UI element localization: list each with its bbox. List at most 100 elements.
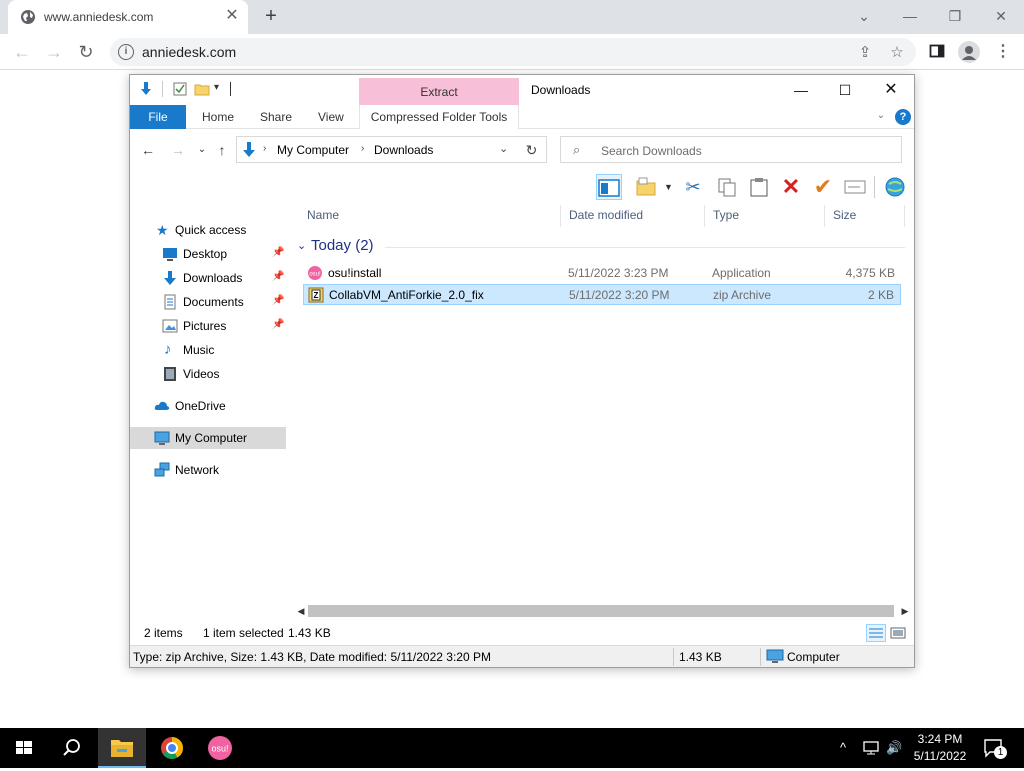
selection-size: 1.43 KB xyxy=(288,626,331,640)
taskbar-osu[interactable]: osu! xyxy=(196,728,244,768)
nav-label: Downloads xyxy=(183,271,243,285)
tab-compressed-folder-tools[interactable]: Compressed Folder Tools xyxy=(359,105,519,129)
back-button[interactable]: ← xyxy=(10,40,34,64)
site-info-icon[interactable]: i xyxy=(118,44,134,60)
nav-item-desktop[interactable]: Desktop 📌 xyxy=(130,243,286,265)
nav-item-network[interactable]: Network xyxy=(130,459,286,481)
file-row[interactable]: osu! osu!install 5/11/2022 3:23 PM Appli… xyxy=(303,263,901,284)
close-browser-button[interactable]: ✕ xyxy=(989,4,1013,28)
check-icon[interactable]: ✔ xyxy=(810,174,836,200)
pin-icon[interactable]: 📌 xyxy=(272,295,284,306)
minimize-button[interactable]: — xyxy=(778,75,824,105)
tab-file[interactable]: File xyxy=(130,105,186,129)
search-box[interactable]: ⌕ Search Downloads xyxy=(560,136,902,163)
address-dropdown-icon[interactable]: ⌄ xyxy=(499,142,508,155)
tab-home[interactable]: Home xyxy=(190,105,246,129)
forward-arrow-icon[interactable]: → xyxy=(168,140,188,160)
cut-icon[interactable]: ✂ xyxy=(680,174,706,200)
close-button[interactable]: ✕ xyxy=(868,75,914,105)
restore-browser-button[interactable]: ❐ xyxy=(943,4,967,28)
up-arrow-icon[interactable]: ↑ xyxy=(212,140,232,160)
nav-item-music[interactable]: ♪ Music xyxy=(130,339,286,361)
tab-search-icon[interactable]: ⌄ xyxy=(852,4,876,28)
new-item-icon[interactable] xyxy=(634,174,660,200)
nav-item-pictures[interactable]: Pictures 📌 xyxy=(130,315,286,337)
network-status-icon[interactable] xyxy=(862,740,880,756)
chevron-down-icon: ⌄ xyxy=(297,240,307,252)
address-breadcrumb[interactable]: › My Computer › Downloads ⌄ xyxy=(236,136,547,163)
system-clock[interactable]: 3:24 PM 5/11/2022 xyxy=(908,731,972,765)
large-icons-view-icon[interactable] xyxy=(888,624,908,642)
maximize-button[interactable]: ☐ xyxy=(822,75,868,105)
new-item-dropdown-icon[interactable]: ▼ xyxy=(664,182,673,192)
horizontal-scrollbar[interactable]: ◀ ▶ xyxy=(294,603,914,619)
globe-icon[interactable] xyxy=(882,174,908,200)
pin-icon[interactable]: 📌 xyxy=(272,319,284,330)
breadcrumb-my-computer[interactable]: My Computer xyxy=(277,143,349,157)
column-header-size[interactable]: Size xyxy=(825,205,905,227)
chevron-down-icon[interactable]: ⌄ xyxy=(875,110,887,122)
pin-icon[interactable]: 📌 xyxy=(272,271,284,282)
new-tab-button[interactable]: + xyxy=(260,6,282,28)
nav-item-documents[interactable]: Documents 📌 xyxy=(130,291,286,313)
scrollbar-thumb[interactable] xyxy=(308,605,894,617)
show-hidden-icons-icon[interactable]: ^ xyxy=(840,740,846,755)
back-arrow-icon[interactable]: ← xyxy=(138,140,158,160)
taskbar-file-explorer[interactable] xyxy=(98,728,146,768)
scroll-left-icon[interactable]: ◀ xyxy=(294,603,308,619)
breadcrumb-downloads[interactable]: Downloads xyxy=(374,143,433,157)
file-row-selected[interactable]: Z CollabVM_AntiForkie_2.0_fix 5/11/2022 … xyxy=(303,284,901,305)
preview-pane-button[interactable] xyxy=(596,174,622,200)
nav-item-onedrive[interactable]: OneDrive xyxy=(130,395,286,417)
tab-view[interactable]: View xyxy=(306,105,356,129)
folder-icon xyxy=(111,740,133,757)
new-folder-icon[interactable] xyxy=(194,81,210,97)
pin-icon[interactable]: 📌 xyxy=(272,247,284,258)
refresh-button[interactable]: ↻ xyxy=(517,136,547,163)
column-header-type[interactable]: Type xyxy=(705,205,825,227)
share-icon[interactable]: ⇪ xyxy=(856,44,874,62)
help-icon[interactable]: ? xyxy=(895,109,911,125)
column-header-date[interactable]: Date modified xyxy=(561,205,705,227)
recent-locations-icon[interactable]: ⌄ xyxy=(192,140,212,160)
nav-item-quick-access[interactable]: ★ Quick access xyxy=(130,219,286,241)
extract-context-tab[interactable]: Extract xyxy=(359,78,519,105)
volume-icon[interactable]: 🔊 xyxy=(886,740,902,756)
file-name: osu!install xyxy=(328,266,382,280)
file-name: CollabVM_AntiForkie_2.0_fix xyxy=(329,288,484,302)
properties-icon[interactable] xyxy=(172,81,188,97)
tab-share[interactable]: Share xyxy=(248,105,304,129)
taskbar-chrome[interactable] xyxy=(148,728,196,768)
delete-icon[interactable]: ✕ xyxy=(778,174,804,200)
nav-label: Videos xyxy=(183,367,220,381)
tab-title: www.anniedesk.com xyxy=(44,10,154,24)
close-tab-icon[interactable]: ✕ xyxy=(224,8,240,24)
paste-icon[interactable] xyxy=(746,174,772,200)
start-button[interactable] xyxy=(0,728,48,768)
group-header-today[interactable]: ⌄ Today (2) xyxy=(295,237,907,257)
nav-item-videos[interactable]: Videos xyxy=(130,363,286,385)
download-arrow-icon[interactable] xyxy=(138,81,154,97)
bookmark-star-icon[interactable]: ☆ xyxy=(888,44,906,62)
address-bar[interactable]: i anniedesk.com ⇪ ☆ xyxy=(110,38,916,66)
column-header-name[interactable]: Name xyxy=(299,205,561,227)
notification-center-icon[interactable]: 1 xyxy=(982,736,1007,760)
copy-icon[interactable] xyxy=(714,174,740,200)
forward-button[interactable]: → xyxy=(42,40,66,64)
minimize-browser-button[interactable]: — xyxy=(898,4,922,28)
details-info: Type: zip Archive, Size: 1.43 KB, Date m… xyxy=(133,650,491,664)
nav-item-my-computer[interactable]: My Computer xyxy=(130,427,286,449)
side-panel-icon[interactable] xyxy=(928,43,946,61)
profile-avatar[interactable] xyxy=(958,41,980,63)
reload-button[interactable]: ↻ xyxy=(74,40,98,64)
qat-dropdown-icon[interactable]: ▾ xyxy=(214,82,219,93)
nav-item-downloads[interactable]: Downloads 📌 xyxy=(130,267,286,289)
browser-tab[interactable]: www.anniedesk.com ✕ xyxy=(8,0,248,34)
documents-icon xyxy=(164,294,176,310)
star-icon: ★ xyxy=(156,222,169,238)
search-button[interactable] xyxy=(48,728,96,768)
rename-icon[interactable] xyxy=(842,174,868,200)
more-menu-icon[interactable]: ⋮ xyxy=(994,43,1012,61)
scroll-right-icon[interactable]: ▶ xyxy=(898,603,912,619)
details-view-icon[interactable] xyxy=(866,624,886,642)
